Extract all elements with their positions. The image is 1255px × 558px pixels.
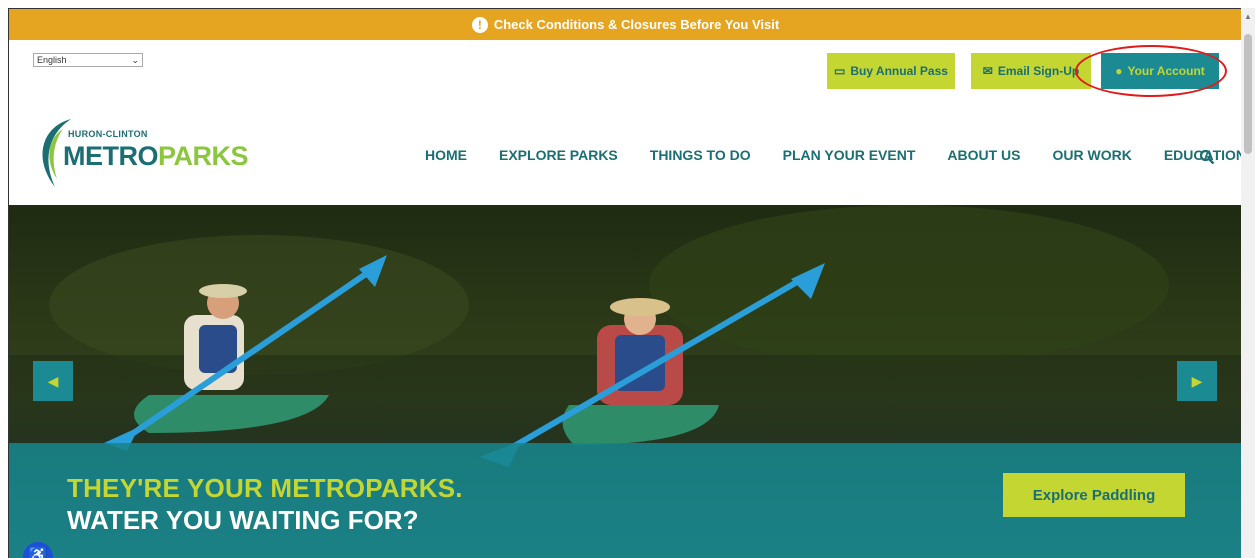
nav-explore-parks[interactable]: EXPLORE PARKS	[499, 147, 618, 163]
logo-small-text: HURON-CLINTON	[68, 129, 148, 139]
nav-plan-your-event[interactable]: PLAN YOUR EVENT	[783, 147, 916, 163]
logo-parks: PARKS	[158, 141, 249, 171]
hero-headline-2: WATER YOU WAITING FOR?	[67, 505, 419, 535]
buy-annual-pass-label: Buy Annual Pass	[850, 64, 948, 78]
alert-icon: !	[471, 16, 488, 33]
scroll-up-icon[interactable]: ▲	[1244, 12, 1252, 21]
language-selected: English	[37, 55, 67, 65]
main-nav: HOME EXPLORE PARKS THINGS TO DO PLAN YOU…	[425, 147, 1241, 163]
nav-home[interactable]: HOME	[425, 147, 467, 163]
alert-banner[interactable]: ! Check Conditions & Closures Before You…	[9, 9, 1241, 40]
triangle-right-icon: ▶	[1191, 372, 1203, 389]
hero-caption-band: THEY'RE YOUR METROPARKS. WATER YOU WAITI…	[9, 443, 1241, 558]
buy-annual-pass-button[interactable]: ▭ Buy Annual Pass	[827, 53, 955, 89]
email-signup-label: Email Sign-Up	[997, 64, 1080, 78]
slider-prev-button[interactable]: ◀	[33, 361, 73, 401]
email-signup-button[interactable]: ✉ Email Sign-Up	[971, 53, 1091, 89]
scroll-thumb[interactable]	[1244, 34, 1252, 154]
triangle-left-icon: ◀	[47, 372, 59, 389]
explore-paddling-button[interactable]: Explore Paddling	[1003, 473, 1185, 517]
language-select[interactable]: English ⌄	[33, 53, 143, 67]
logo-main-text: METROPARKS	[63, 141, 249, 172]
logo-metro: METRO	[63, 141, 159, 171]
annotation-circle	[1075, 45, 1227, 97]
metroparks-logo[interactable]: HURON-CLINTON METROPARKS	[33, 109, 249, 199]
hero-headline-1: THEY'RE YOUR METROPARKS.	[67, 473, 463, 503]
slider-next-button[interactable]: ▶	[1177, 361, 1217, 401]
nav-about-us[interactable]: ABOUT US	[947, 147, 1020, 163]
hero-slider: ◀ ▶ THEY'RE YOUR METROPARKS. WATER YOU W…	[9, 205, 1241, 558]
search-icon[interactable]	[1199, 149, 1215, 165]
pass-card-icon: ▭	[834, 64, 846, 78]
envelope-icon: ✉	[982, 64, 993, 78]
nav-things-to-do[interactable]: THINGS TO DO	[650, 147, 751, 163]
page-frame: ! Check Conditions & Closures Before You…	[8, 8, 1241, 558]
alert-text: Check Conditions & Closures Before You V…	[493, 17, 780, 32]
chevron-down-icon: ⌄	[131, 54, 139, 65]
scrollbar[interactable]: ▲	[1241, 8, 1255, 558]
nav-our-work[interactable]: OUR WORK	[1053, 147, 1132, 163]
